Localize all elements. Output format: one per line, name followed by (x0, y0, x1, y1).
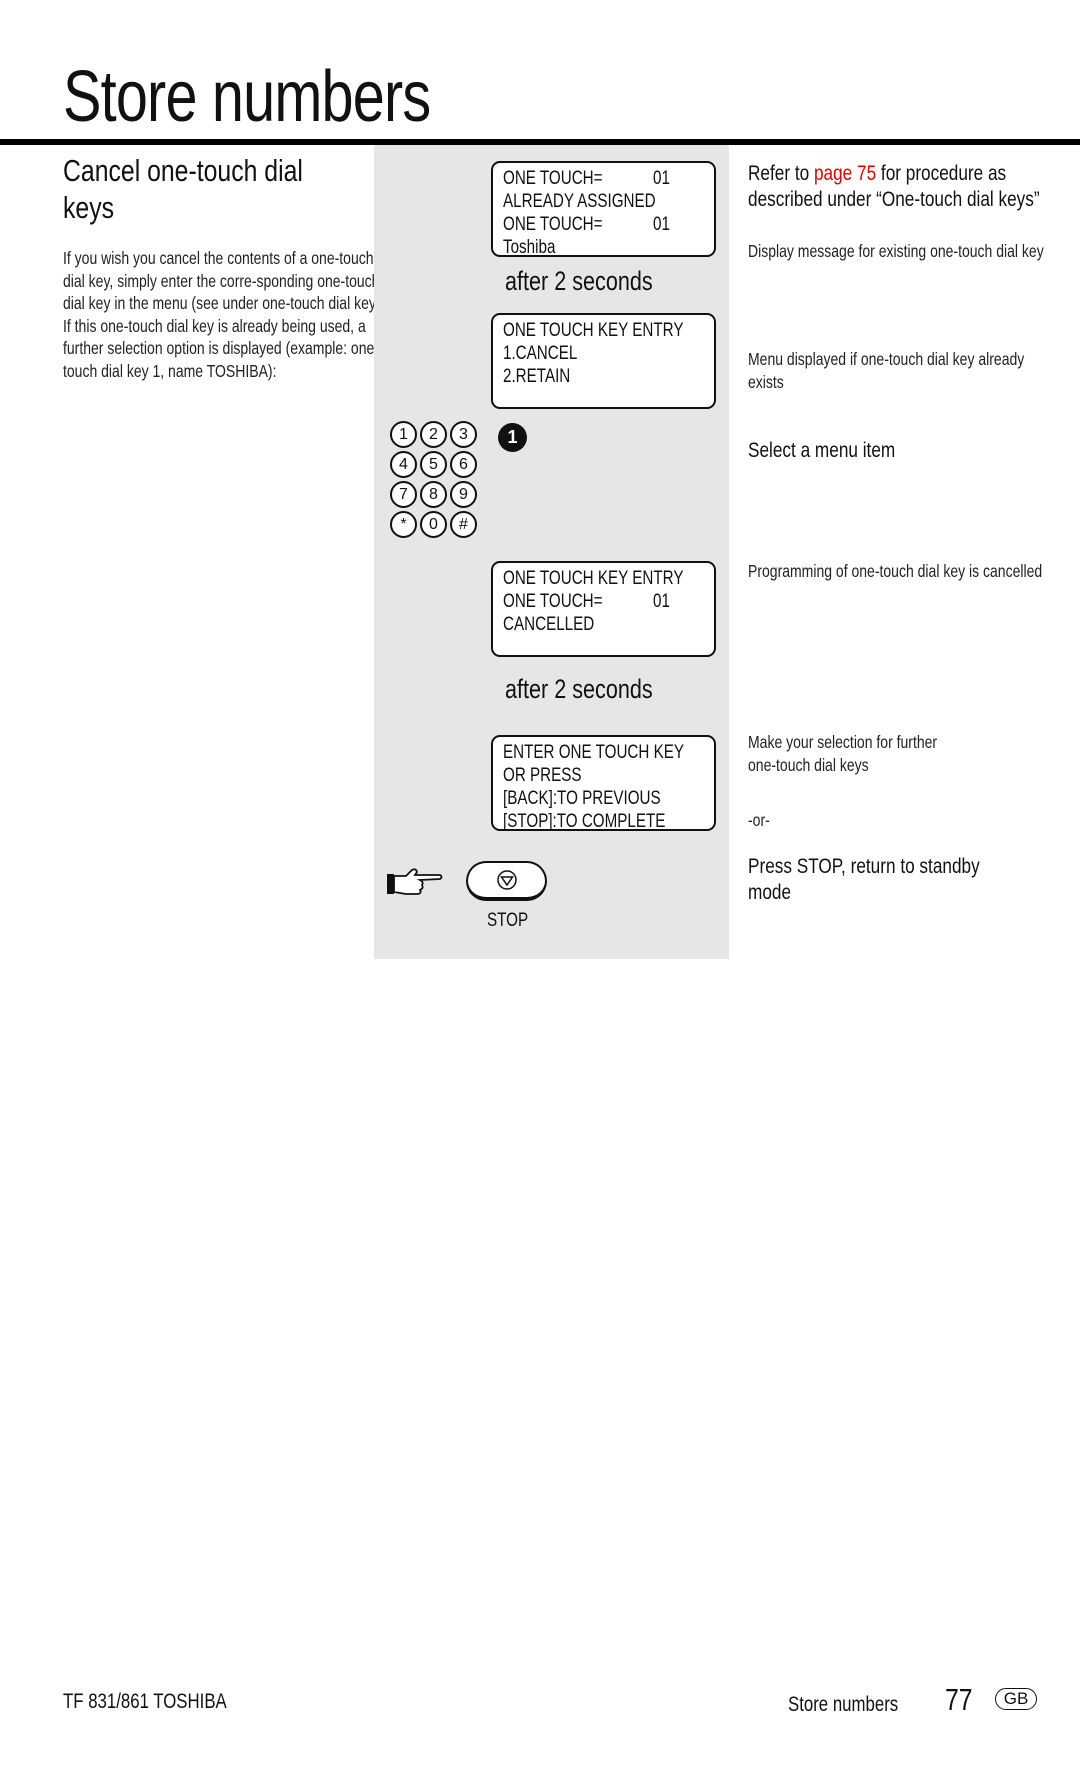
lcd-line-text: ONE TOUCH= (503, 591, 603, 612)
lcd-line: [STOP]:TO COMPLETE (503, 810, 704, 833)
refer-text: Refer to page 75 for procedure as descri… (748, 160, 1048, 212)
lcd-line-text: ONE TOUCH= (503, 214, 603, 235)
keypad-key[interactable]: 6 (450, 451, 477, 478)
lcd-line: CANCELLED (503, 613, 704, 636)
menu-displayed-note: Menu displayed if one-touch dial key alr… (748, 349, 1025, 392)
lcd-line-number: 01 (653, 591, 670, 612)
section-body: If you wish you cancel the contents of a… (63, 248, 392, 381)
lcd-display-enter: ENTER ONE TOUCH KEY OR PRESS [BACK]:TO PRE… (491, 735, 716, 833)
keypad-key[interactable]: # (450, 511, 477, 538)
keypad-key[interactable]: 7 (390, 481, 417, 508)
keypad-key[interactable]: * (390, 511, 417, 538)
lcd-line: 1.CANCEL (503, 342, 704, 365)
keypad-key[interactable]: 4 (390, 451, 417, 478)
pointing-hand-icon (386, 866, 444, 905)
display-message-note: Display message for existing one-touch d… (748, 241, 1044, 261)
footer-section: Store numbers (788, 1693, 899, 1716)
lcd-line: ONE TOUCH KEY ENTRY (503, 319, 704, 342)
keypad-key[interactable]: 8 (420, 481, 447, 508)
lcd-line: Toshiba (503, 236, 704, 259)
page-title: Store numbers (63, 57, 431, 137)
selection-note: Make your selection for further one-touc… (748, 732, 938, 775)
keypad-key[interactable]: 0 (420, 511, 447, 538)
lcd-line-text: [STOP]:TO COMPLETE (503, 811, 666, 832)
select-menu-item: Select a menu item (748, 438, 896, 462)
keypad-key[interactable]: 2 (420, 421, 447, 448)
lcd-line: ONE TOUCH= 01 (503, 213, 704, 236)
stop-icon (496, 870, 517, 890)
page-link[interactable]: page 75 (814, 161, 876, 185)
refer-pre: Refer to (748, 161, 814, 185)
press-stop-note: Press STOP, return to standby mode (748, 854, 980, 904)
lcd-line-text: Toshiba (503, 237, 556, 258)
lcd-line: ALREADY ASSIGNED (503, 190, 704, 213)
lcd-line: ONE TOUCH= 01 (503, 590, 704, 613)
lcd-line-text: 1.CANCEL (503, 343, 578, 364)
lcd-line: ENTER ONE TOUCH KEY (503, 741, 704, 764)
lcd-line-text: CANCELLED (503, 614, 595, 635)
keypad-key[interactable]: 9 (450, 481, 477, 508)
lcd-line-text: ALREADY ASSIGNED (503, 191, 656, 212)
stop-button[interactable] (466, 861, 547, 901)
lcd-line-number: 01 (653, 168, 670, 189)
lcd-display-menu: ONE TOUCH KEY ENTRY 1.CANCEL 2.RETAIN (491, 313, 716, 409)
lcd-line: 2.RETAIN (503, 365, 704, 388)
lcd-line-text: ENTER ONE TOUCH KEY (503, 742, 685, 763)
lcd-line: [BACK]:TO PREVIOUS (503, 787, 704, 810)
or-label: -or- (748, 810, 770, 830)
country-badge: GB (995, 1688, 1037, 1710)
lcd-line: OR PRESS (503, 764, 704, 787)
lcd-display-assigned: ONE TOUCH= 01 ALREADY ASSIGNED ONE TOUCH= 01… (491, 161, 716, 259)
lcd-line-text: ONE TOUCH KEY ENTRY (503, 568, 684, 589)
after-seconds-label: after 2 seconds (505, 266, 653, 296)
page-number: 77 (945, 1682, 973, 1717)
lcd-line: ONE TOUCH= 01 (503, 167, 704, 190)
after-seconds-label-2: after 2 seconds (505, 674, 653, 704)
lcd-line-text: 2.RETAIN (503, 366, 571, 387)
stop-label: STOP (487, 910, 529, 931)
keypad-key[interactable]: 3 (450, 421, 477, 448)
lcd-line-number: 01 (653, 214, 670, 235)
cancelled-note: Programming of one-touch dial key is can… (748, 561, 1043, 581)
keypad-key[interactable]: 5 (420, 451, 447, 478)
lcd-line-text: [BACK]:TO PREVIOUS (503, 788, 661, 809)
section-heading: Cancel one-touch dial keys (63, 153, 303, 225)
footer-model: TF 831/861 TOSHIBA (63, 1690, 227, 1713)
lcd-line-text: OR PRESS (503, 765, 582, 786)
keypad-key[interactable]: 1 (390, 421, 417, 448)
lcd-line-text: ONE TOUCH= (503, 168, 603, 189)
lcd-line-text: ONE TOUCH KEY ENTRY (503, 320, 684, 341)
lcd-line: ONE TOUCH KEY ENTRY (503, 567, 704, 590)
lcd-display-cancelled: ONE TOUCH KEY ENTRY ONE TOUCH= 01 CANCELLED (491, 561, 716, 657)
keypad: 1 2 3 4 5 6 7 8 9 * 0 # (390, 421, 478, 538)
pressed-key-badge: 1 (498, 423, 527, 452)
